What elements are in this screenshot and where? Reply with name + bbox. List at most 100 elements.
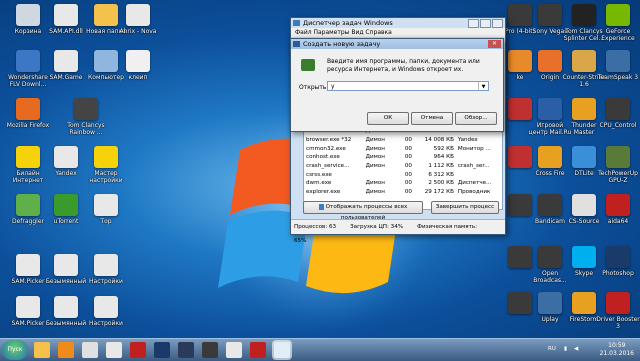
- app-icon: [572, 98, 596, 120]
- desktop-icon[interactable]: Безымянный: [44, 296, 88, 327]
- desktop-icon[interactable]: клеип: [116, 50, 160, 81]
- app-icon: [54, 146, 78, 168]
- table-cell: Димон: [365, 180, 385, 187]
- browse-button[interactable]: Обзор...: [455, 112, 497, 125]
- table-cell: 00: [404, 137, 412, 144]
- create-task-dialog[interactable]: Создать новую задачу ✕ Введите имя прогр…: [290, 38, 504, 132]
- app-icon: [126, 4, 150, 26]
- desktop-icon[interactable]: Мастер настройки: [84, 146, 128, 184]
- desktop-icon[interactable]: uTorrent: [44, 194, 88, 225]
- desktop-icon[interactable]: TechPowerUp GPU-Z: [596, 146, 640, 184]
- app-icon: [538, 246, 562, 268]
- app-icon: [16, 296, 40, 318]
- taskbar-app-icon[interactable]: [250, 342, 266, 358]
- volume-icon[interactable]: ◀: [574, 346, 578, 352]
- table-cell: Димон: [365, 163, 385, 170]
- taskbar-chrome-icon[interactable]: [82, 342, 98, 358]
- desktop-icon[interactable]: CPU_Control: [596, 98, 640, 129]
- desktop-icon-label: Тор: [100, 218, 112, 225]
- end-process-button[interactable]: Завершить процесс: [431, 201, 499, 214]
- table-row[interactable]: csrss.exe 00 6 312 КБ: [304, 170, 502, 179]
- taskbar-task-manager-icon[interactable]: [274, 342, 290, 358]
- desktop-icon[interactable]: Photoshop: [596, 246, 640, 277]
- desktop-icon[interactable]: Настройки: [84, 296, 128, 327]
- taskbar-steam-icon[interactable]: [178, 342, 194, 358]
- taskbar-yandex-browser-icon[interactable]: [226, 342, 242, 358]
- clock[interactable]: 10:59 21.03.2016: [600, 342, 634, 358]
- app-icon: [538, 98, 562, 120]
- cancel-button[interactable]: Отмена: [411, 112, 453, 125]
- table-row[interactable]: crash_service... Димон 00 1 112 КБ crash_ser…: [304, 162, 502, 171]
- table-row[interactable]: dwm.exe Димон 00 2 500 КБ Диспетче...: [304, 179, 502, 188]
- table-cell: dwm.exe: [306, 180, 332, 187]
- open-input-value[interactable]: у: [331, 83, 335, 90]
- app-icon: [94, 296, 118, 318]
- desktop-icon[interactable]: Driver Booster 3: [596, 292, 640, 330]
- table-cell: 592 КБ: [433, 145, 454, 152]
- app-icon: [572, 246, 596, 268]
- desktop-icon[interactable]: Tom Clancys Rainbow ...: [64, 98, 108, 136]
- app-icon: [606, 4, 630, 26]
- app-icon: [74, 98, 98, 120]
- desktop-icon-label: Настройки: [89, 278, 123, 285]
- chevron-down-icon[interactable]: ▼: [478, 82, 488, 90]
- taskbar-photoshop-icon[interactable]: [154, 342, 170, 358]
- desktop-icon[interactable]: Безымянный: [44, 254, 88, 285]
- show-all-processes-button[interactable]: Отображать процессы всех пользователей: [303, 201, 423, 221]
- desktop-icon[interactable]: SAM.API.dll: [44, 4, 88, 35]
- desktop-icon-label: Настройки: [89, 320, 123, 327]
- table-row[interactable]: cmmon32.exe Димон 00 592 КБ Монитор ...: [304, 144, 502, 153]
- close-icon[interactable]: ✕: [488, 40, 501, 48]
- desktop-icon-label: Tom Clancys Rainbow ...: [67, 122, 105, 136]
- app-icon: [538, 292, 562, 314]
- status-bar: Процессов: 63 Загрузка ЦП: 34% Физическая …: [291, 219, 505, 244]
- start-label: Пуск: [7, 346, 23, 353]
- table-cell: Yandex: [457, 137, 478, 144]
- desktop-icon[interactable]: Yandex: [44, 146, 88, 177]
- table-cell: 29 172 КБ: [424, 189, 454, 196]
- table-cell: crash_ser...: [457, 163, 490, 170]
- language-indicator[interactable]: RU: [548, 346, 556, 352]
- table-row[interactable]: explorer.exe Димон 00 29 172 КБ Проводник: [304, 188, 502, 197]
- clock-time: 10:59: [608, 342, 626, 349]
- dialog-titlebar[interactable]: Создать новую задачу ✕: [291, 39, 503, 49]
- ok-button[interactable]: ОК: [367, 112, 409, 125]
- taskbar-yandex-icon[interactable]: [106, 342, 122, 358]
- desktop-icon[interactable]: Mozilla Firefox: [6, 98, 50, 129]
- network-icon[interactable]: ▮: [564, 346, 567, 352]
- app-icon: [606, 246, 630, 268]
- desktop-icon[interactable]: Ahrix - Nova: [116, 4, 160, 35]
- desktop-icon[interactable]: Тор: [84, 194, 128, 225]
- taskbar-explorer-icon[interactable]: [34, 342, 50, 358]
- desktop-icon[interactable]: aida64: [596, 194, 640, 225]
- task-manager-titlebar[interactable]: Диспетчер задач Windows: [291, 18, 505, 28]
- taskbar-player-icon[interactable]: [202, 342, 218, 358]
- desktop-icon[interactable]: TeamSpeak 3: [596, 50, 640, 81]
- app-icon: [94, 194, 118, 216]
- start-button[interactable]: Пуск: [2, 340, 28, 360]
- minimize-button[interactable]: [468, 19, 479, 28]
- process-list[interactable]: browser.exe *32Димон0092 260 КБYandexbro…: [303, 126, 503, 210]
- desktop-icon[interactable]: Настройки: [84, 254, 128, 285]
- app-icon: [572, 50, 596, 72]
- table-row[interactable]: browser.exe *32 Димон 00 14 008 КБ Yandex: [304, 136, 502, 145]
- app-icon: [572, 194, 596, 216]
- table-cell: 00: [404, 180, 412, 187]
- status-cpu: Загрузка ЦП: 34%: [350, 224, 404, 230]
- app-icon: [54, 4, 78, 26]
- app-icon: [538, 4, 562, 26]
- maximize-button[interactable]: [480, 19, 491, 28]
- taskbar-record-icon[interactable]: [130, 342, 146, 358]
- table-cell: Димон: [365, 189, 385, 196]
- desktop-icon-label: TechPowerUp GPU-Z: [598, 170, 638, 184]
- app-icon: [94, 146, 118, 168]
- desktop-icon-label: Mozilla Firefox: [6, 122, 50, 129]
- taskbar-media-player-icon[interactable]: [58, 342, 74, 358]
- desktop-icon[interactable]: SAM.Game: [44, 50, 88, 81]
- table-row[interactable]: conhost.exe Димон 00 964 КБ: [304, 153, 502, 162]
- desktop-icon[interactable]: GeForce Experience: [596, 4, 640, 42]
- open-combobox[interactable]: у ▼: [327, 81, 489, 91]
- app-icon: [606, 146, 630, 168]
- desktop-icon-label: Мастер настройки: [89, 170, 123, 184]
- close-button[interactable]: [492, 19, 503, 28]
